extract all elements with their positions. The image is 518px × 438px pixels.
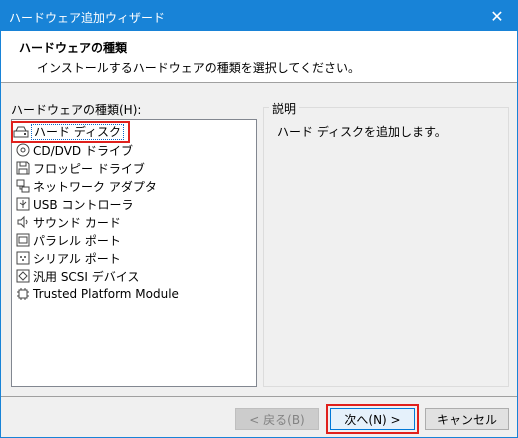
list-item-sound-card[interactable]: サウンド カード [15, 213, 121, 231]
parallel-port-icon [15, 232, 31, 248]
speaker-icon [15, 214, 31, 230]
list-item-usb-controller[interactable]: USB コントローラ [15, 195, 133, 213]
scsi-icon [15, 268, 31, 284]
next-button[interactable]: 次へ(N) > [330, 408, 415, 430]
hardware-list-label: ハードウェアの種類(H): [11, 103, 142, 117]
hardware-type-list[interactable]: ハード ディスク CD/DVD ドライブ フロッピー ドライブ ネットワーク ア… [11, 119, 257, 387]
back-button[interactable]: < 戻る(B) [235, 408, 319, 430]
cancel-button[interactable]: キャンセル [425, 408, 509, 430]
tpm-icon [15, 286, 31, 302]
list-item-serial-port[interactable]: シリアル ポート [15, 249, 121, 267]
description-text: ハード ディスクを追加します。 [277, 125, 447, 139]
page-subtitle: インストールするハードウェアの種類を選択してください。 [37, 61, 361, 75]
list-item-label: CD/DVD ドライブ [33, 143, 133, 158]
close-icon[interactable]: ✕ [477, 1, 517, 31]
list-item-label: USB コントローラ [33, 197, 134, 212]
list-item-label: Trusted Platform Module [33, 287, 179, 301]
list-item-label: サウンド カード [33, 215, 121, 230]
button-divider [1, 396, 517, 397]
serial-port-icon [15, 250, 31, 266]
window-title: ハードウェア追加ウィザード [9, 11, 166, 25]
list-item-network-adapter[interactable]: ネットワーク アダプタ [15, 177, 157, 195]
title-bar[interactable]: ハードウェア追加ウィザード ✕ [1, 1, 517, 31]
list-item-label: 汎用 SCSI デバイス [33, 269, 140, 284]
list-item-tpm[interactable]: Trusted Platform Module [15, 285, 179, 303]
description-group [263, 107, 509, 387]
list-item-label: ネットワーク アダプタ [33, 179, 157, 194]
list-item-parallel-port[interactable]: パラレル ポート [15, 231, 121, 249]
wizard-header: ハードウェアの種類 インストールするハードウェアの種類を選択してください。 [1, 31, 517, 83]
list-item-label: ハード ディスク [31, 124, 124, 140]
floppy-icon [15, 160, 31, 176]
list-item-scsi-device[interactable]: 汎用 SCSI デバイス [15, 267, 139, 285]
page-title: ハードウェアの種類 [19, 41, 128, 55]
description-legend: 説明 [269, 100, 300, 117]
list-item-label: シリアル ポート [33, 251, 121, 266]
list-item-label: フロッピー ドライブ [33, 161, 145, 176]
list-item-label: パラレル ポート [33, 233, 121, 248]
list-item-cd-dvd[interactable]: CD/DVD ドライブ [15, 141, 133, 159]
hard-disk-icon [13, 124, 29, 140]
network-adapter-icon [15, 178, 31, 194]
wizard-window: ハードウェア追加ウィザード ✕ ハードウェアの種類 インストールするハードウェア… [0, 0, 518, 438]
list-item-floppy[interactable]: フロッピー ドライブ [15, 159, 145, 177]
usb-icon [15, 196, 31, 212]
cd-dvd-icon [15, 142, 31, 158]
list-item-hard-disk[interactable]: ハード ディスク [11, 121, 130, 143]
